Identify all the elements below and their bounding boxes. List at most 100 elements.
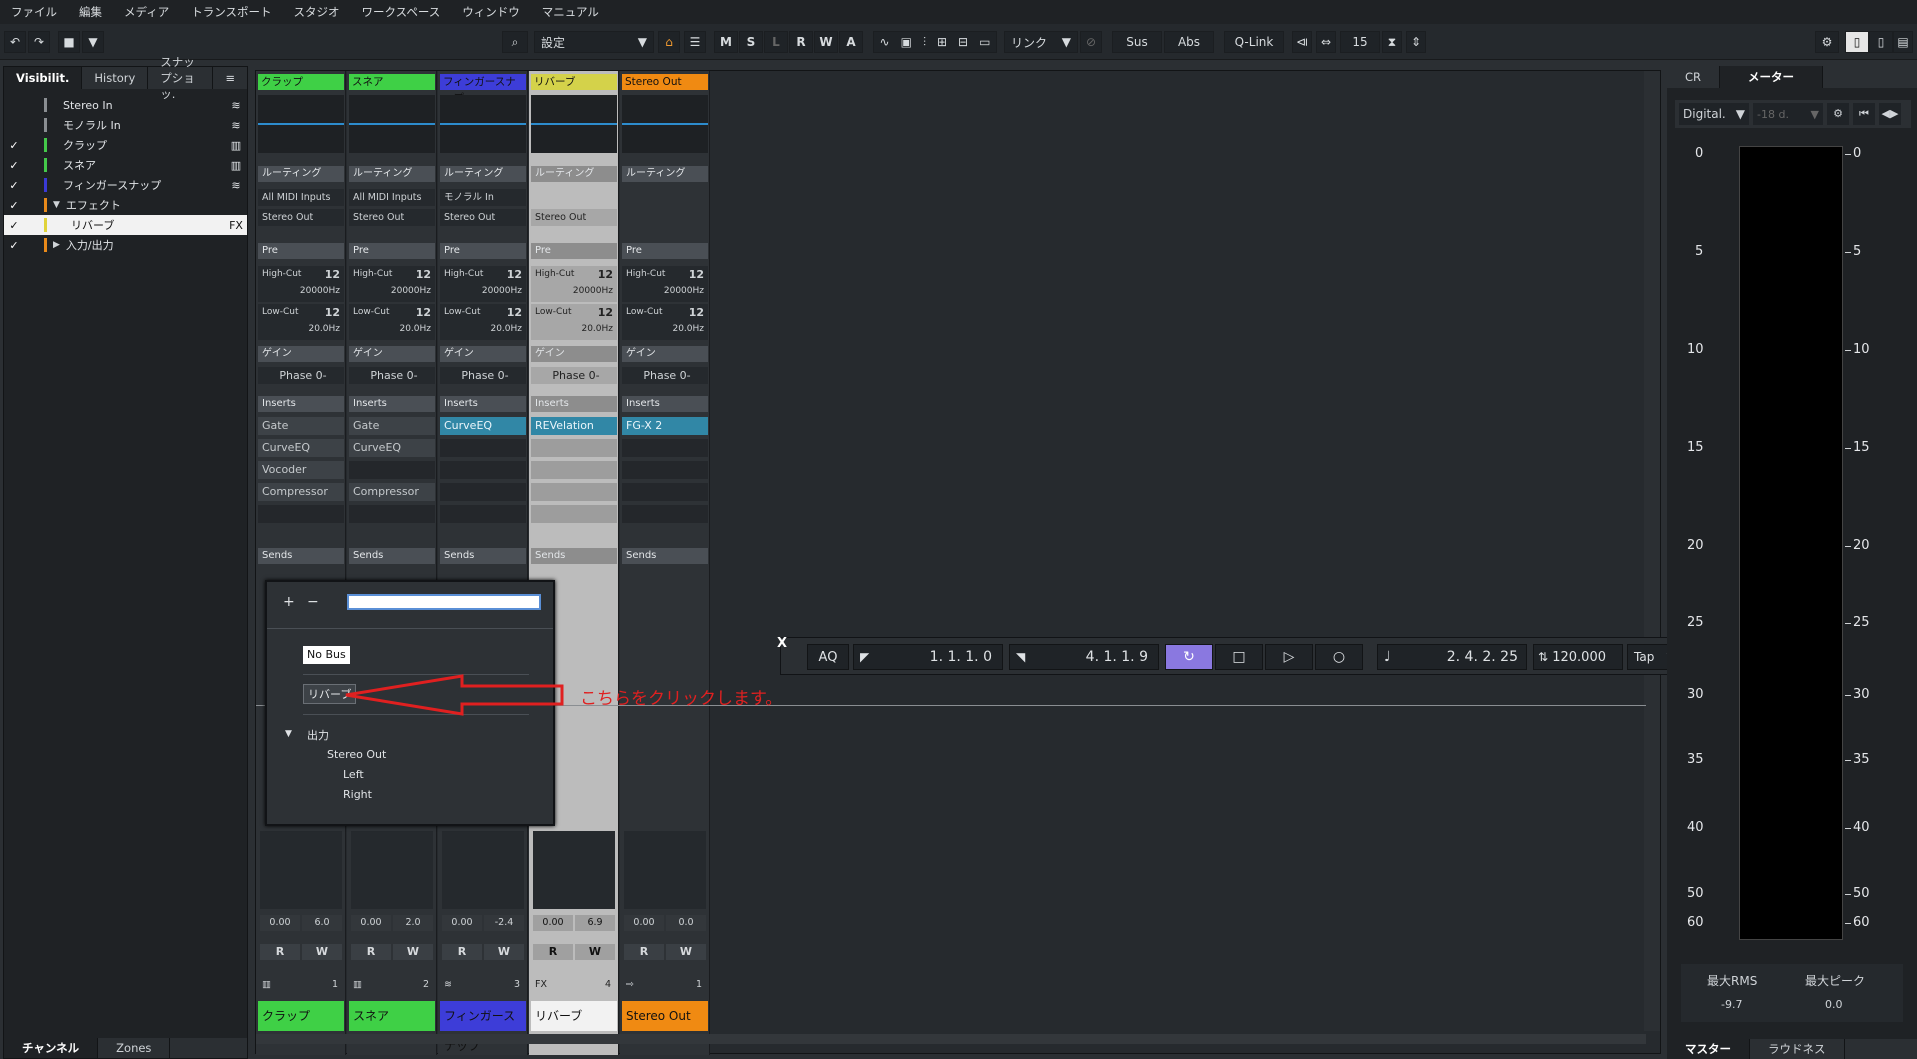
channel-name-footer[interactable]: リバーブ (531, 1001, 617, 1031)
qlink-button[interactable]: Q-Link (1224, 31, 1284, 53)
link-select[interactable]: リンク ▼ (1004, 31, 1078, 53)
inserts-header[interactable]: Inserts (622, 396, 708, 412)
insert-slot[interactable] (622, 461, 708, 479)
gear-icon[interactable]: ⚙ (1815, 31, 1839, 53)
pan-value[interactable]: 6.9 (575, 915, 615, 931)
tempo-field[interactable]: ⇅ 120.000 (1533, 644, 1623, 670)
insert-slot[interactable]: CurveEQ (349, 439, 435, 457)
visibility-row[interactable]: ✓ ▶ 入力/出力 (4, 235, 247, 255)
visibility-checkbox[interactable]: ✓ (4, 239, 24, 252)
ref-level-select[interactable]: -18 d. ▼ (1753, 103, 1823, 125)
tab-zones[interactable]: Zones (98, 1038, 171, 1058)
menu-media[interactable]: メディア (113, 4, 180, 20)
menu-transport[interactable]: トランスポート (180, 4, 282, 20)
read-button[interactable]: R (260, 944, 300, 960)
position-display[interactable]: ♩ 2. 4. 2. 25 (1377, 644, 1527, 670)
sends-header[interactable]: Sends (349, 548, 435, 564)
gain-control[interactable]: ゲイン (349, 346, 435, 362)
channel-name-header[interactable]: リバーブ (531, 74, 617, 90)
routing-header[interactable]: ルーティング (531, 166, 617, 182)
channel-name-header[interactable]: クラップ (258, 74, 344, 90)
channel-name-header[interactable]: フィンガースナップ (440, 74, 526, 104)
insert-slot[interactable] (531, 461, 617, 479)
pre-header[interactable]: Pre (622, 243, 708, 259)
visibility-row[interactable]: ✓ ▼ エフェクト (4, 195, 247, 215)
gain-control[interactable]: ゲイン (258, 346, 344, 362)
write-button[interactable]: W (393, 944, 433, 960)
remove-icon[interactable]: − (307, 594, 319, 610)
inserts-header[interactable]: Inserts (440, 396, 526, 412)
home-icon[interactable]: ⌂ (658, 31, 680, 53)
list-icon[interactable]: ☰ (684, 31, 706, 53)
menu-workspace[interactable]: ワークスペース (350, 4, 451, 20)
volume-value[interactable]: 0.00 (351, 915, 391, 931)
pan-value[interactable]: 2.0 (393, 915, 433, 931)
menu-icon[interactable]: ≡ (213, 67, 247, 89)
phase-button[interactable]: Phase 0- (440, 367, 526, 384)
write-all-button[interactable]: W (814, 31, 838, 53)
output-routing[interactable]: Stereo Out (349, 209, 435, 226)
horizontal-scrollbar[interactable] (256, 1034, 1646, 1044)
channel-name-footer[interactable]: クラップ (258, 1001, 344, 1031)
nav-icon[interactable]: ⇔ (1316, 31, 1336, 53)
meter-type-select[interactable]: Digital. ▼ (1679, 103, 1749, 125)
menu-studio[interactable]: スタジオ (282, 4, 350, 20)
pan-value[interactable]: -2.4 (484, 915, 524, 931)
lowcut-filter[interactable]: Low-Cut 12 20.0Hz (531, 304, 617, 340)
read-button[interactable]: R (442, 944, 482, 960)
stepper-icon[interactable]: ⇕ (1406, 31, 1426, 53)
cycle-icon[interactable]: ↻ (1165, 644, 1213, 670)
layout-left-icon[interactable]: ▯ (1845, 31, 1869, 53)
read-button[interactable]: R (351, 944, 391, 960)
channel-name-header[interactable]: Stereo Out (622, 74, 708, 90)
highcut-filter[interactable]: High-Cut 12 20000Hz (258, 266, 344, 302)
camera-icon[interactable]: ■ (58, 31, 80, 53)
stereo-out-item[interactable]: Stereo Out (327, 748, 386, 761)
insert-slot[interactable] (349, 461, 435, 479)
output-routing[interactable]: Stereo Out (258, 209, 344, 226)
vertical-scrollbar[interactable] (1644, 71, 1660, 1031)
read-button[interactable]: R (533, 944, 573, 960)
pan-value[interactable]: 6.0 (302, 915, 342, 931)
insert-slot[interactable] (622, 439, 708, 457)
tab-snapshots[interactable]: スナップショッ. (148, 55, 214, 101)
stop-icon[interactable]: □ (1215, 644, 1263, 670)
tab-history[interactable]: History (82, 67, 149, 89)
tab-channel[interactable]: チャンネル (4, 1038, 99, 1058)
layout-bottom-icon[interactable]: ▤ (1893, 31, 1913, 53)
pre-header[interactable]: Pre (349, 243, 435, 259)
output-group[interactable]: 出力 (307, 727, 329, 743)
camera-menu-icon[interactable]: ▼ (82, 31, 104, 53)
highcut-filter[interactable]: High-Cut 12 20000Hz (349, 266, 435, 302)
folder-expanded-icon[interactable]: ▼ (53, 200, 60, 210)
routing-header[interactable]: ルーティング (258, 166, 344, 182)
insert-slot[interactable]: CurveEQ (440, 417, 526, 435)
abs-button[interactable]: Abs (1164, 31, 1214, 53)
insert-slot[interactable] (622, 483, 708, 501)
mute-all-button[interactable]: M (714, 31, 738, 53)
add-icon[interactable]: + (283, 594, 295, 610)
volume-value[interactable]: 0.00 (533, 915, 573, 931)
visibility-checkbox[interactable]: ✓ (4, 199, 24, 212)
visibility-row[interactable]: ✓ フィンガースナップ ≋ (4, 175, 247, 195)
visibility-row[interactable]: ✓ クラップ ▥ (4, 135, 247, 155)
highcut-filter[interactable]: High-Cut 12 20000Hz (622, 266, 708, 302)
write-button[interactable]: W (302, 944, 342, 960)
fader-area[interactable] (624, 831, 706, 909)
gain-control[interactable]: ゲイン (622, 346, 708, 362)
write-button[interactable]: W (484, 944, 524, 960)
visibility-checkbox[interactable]: ✓ (4, 159, 24, 172)
routing-header[interactable]: ルーティング (622, 166, 708, 182)
gain-control[interactable]: ゲイン (440, 346, 526, 362)
max-rms-value[interactable]: -9.7 (1721, 998, 1742, 1011)
menu-window[interactable]: ウィンドウ (451, 4, 531, 20)
insert-slot[interactable] (622, 505, 708, 523)
zoom-icon[interactable]: ⧗ (1382, 31, 1402, 53)
input-routing[interactable]: All MIDI Inputs (258, 189, 344, 206)
phase-button[interactable]: Phase 0- (258, 367, 344, 384)
pre-header[interactable]: Pre (258, 243, 344, 259)
channel-name-footer[interactable]: スネア (349, 1001, 435, 1031)
insert-slot[interactable] (531, 439, 617, 457)
search-input[interactable] (347, 594, 541, 610)
gain-control[interactable]: ゲイン (531, 346, 617, 362)
